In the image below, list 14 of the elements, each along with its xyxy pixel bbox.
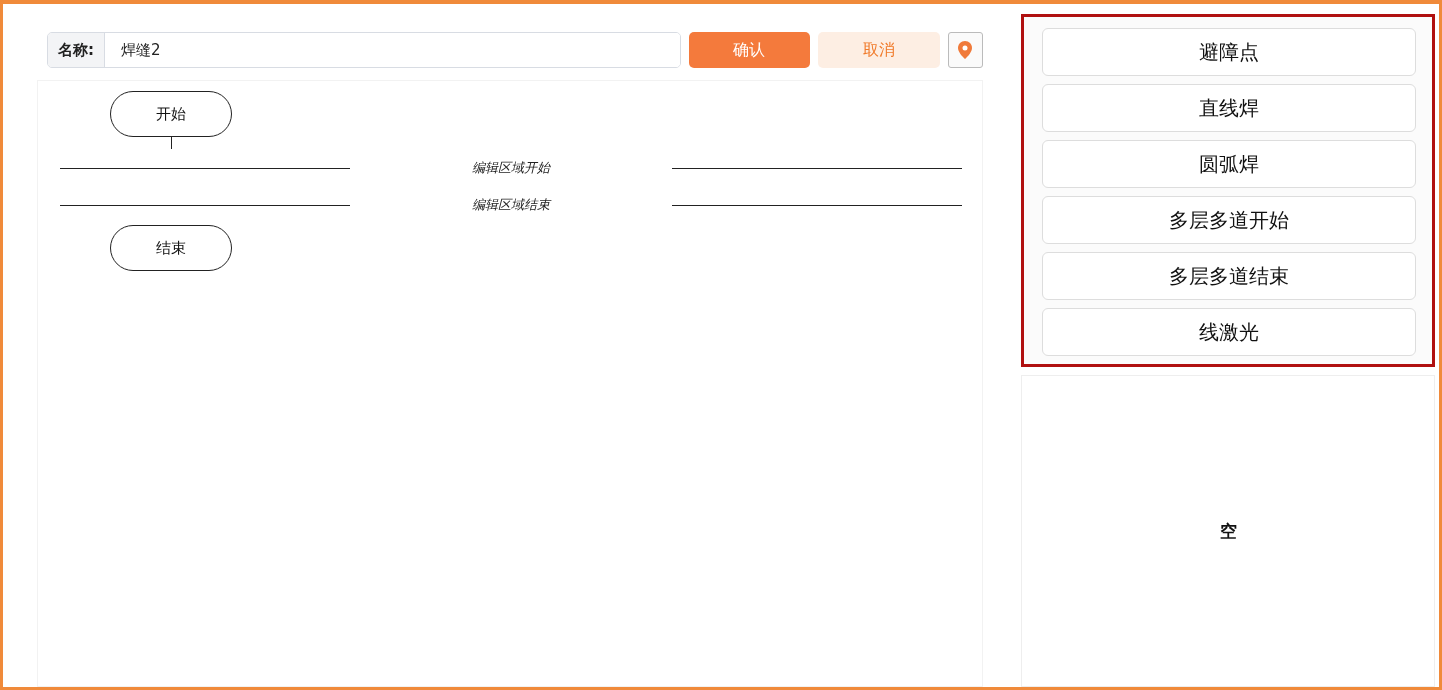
palette-button[interactable]: 圆弧焊	[1042, 140, 1416, 188]
palette-button[interactable]: 线激光	[1042, 308, 1416, 356]
name-field[interactable]: 名称: 焊缝2	[47, 32, 681, 68]
name-label: 名称:	[48, 33, 105, 67]
empty-label: 空	[1219, 519, 1237, 543]
palette-button[interactable]: 避障点	[1042, 28, 1416, 76]
palette-button[interactable]: 直线焊	[1042, 84, 1416, 132]
connector-line	[171, 137, 172, 149]
location-pin-icon	[958, 41, 973, 59]
palette-button[interactable]: 多层多道开始	[1042, 196, 1416, 244]
palette-button[interactable]: 多层多道结束	[1042, 252, 1416, 300]
location-button[interactable]	[947, 32, 983, 68]
region-start-label: 编辑区域开始	[471, 159, 552, 177]
region-end-label: 编辑区域结束	[471, 196, 553, 214]
